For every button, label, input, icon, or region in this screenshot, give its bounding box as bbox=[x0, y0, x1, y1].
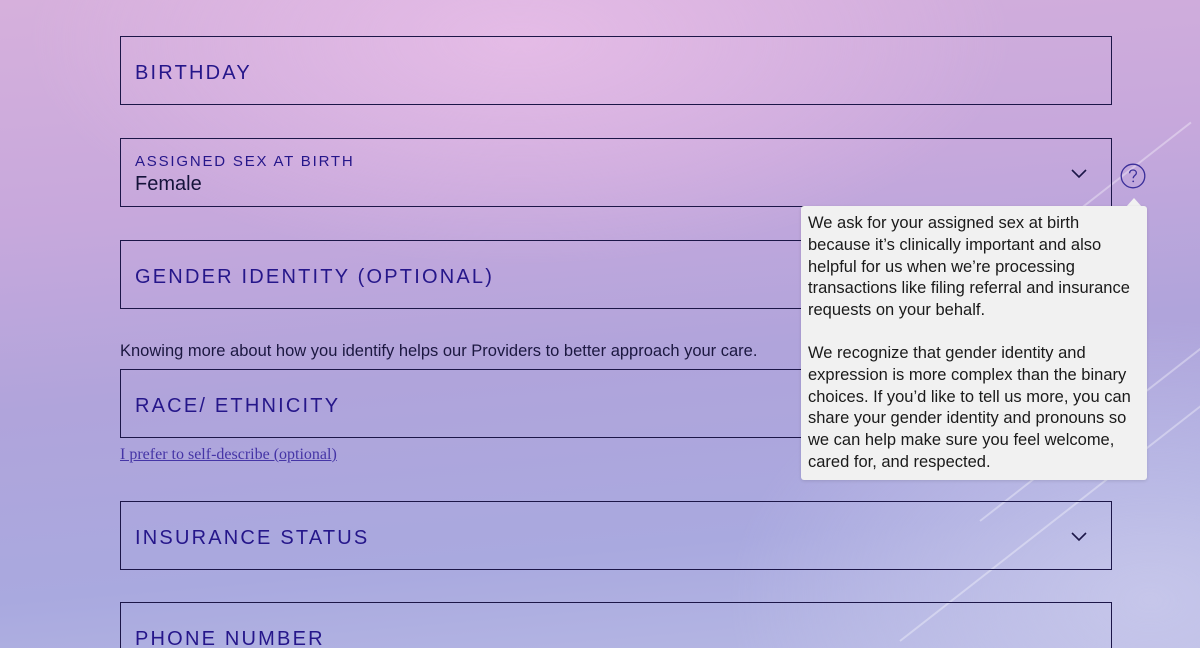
gender-identity-helper-text: Knowing more about how you identify help… bbox=[120, 342, 758, 360]
birthday-label: BIRTHDAY bbox=[135, 62, 252, 84]
phone-number-label: PHONE NUMBER bbox=[135, 628, 325, 648]
help-icon[interactable] bbox=[1120, 163, 1146, 189]
tooltip-paragraph-2: We recognize that gender identity and ex… bbox=[808, 344, 1131, 471]
assigned-sex-select[interactable]: ASSIGNED SEX AT BIRTH Female bbox=[120, 138, 1112, 207]
assigned-sex-value: Female bbox=[135, 173, 202, 195]
chevron-down-icon[interactable] bbox=[1071, 529, 1087, 545]
insurance-status-select[interactable]: INSURANCE STATUS bbox=[120, 501, 1112, 570]
race-ethnicity-label: RACE/ ETHNICITY bbox=[135, 395, 341, 417]
self-describe-link[interactable]: I prefer to self-describe (optional) bbox=[120, 446, 337, 464]
gender-identity-label: GENDER IDENTITY (OPTIONAL) bbox=[135, 266, 495, 288]
assigned-sex-tooltip: We ask for your assigned sex at birth be… bbox=[801, 206, 1147, 480]
chevron-down-icon[interactable] bbox=[1071, 166, 1087, 182]
insurance-status-label: INSURANCE STATUS bbox=[135, 527, 370, 549]
phone-number-field[interactable]: PHONE NUMBER bbox=[120, 602, 1112, 648]
assigned-sex-label: ASSIGNED SEX AT BIRTH bbox=[135, 153, 355, 170]
tooltip-paragraph-1: We ask for your assigned sex at birth be… bbox=[808, 214, 1130, 320]
birthday-field[interactable]: BIRTHDAY bbox=[120, 36, 1112, 105]
